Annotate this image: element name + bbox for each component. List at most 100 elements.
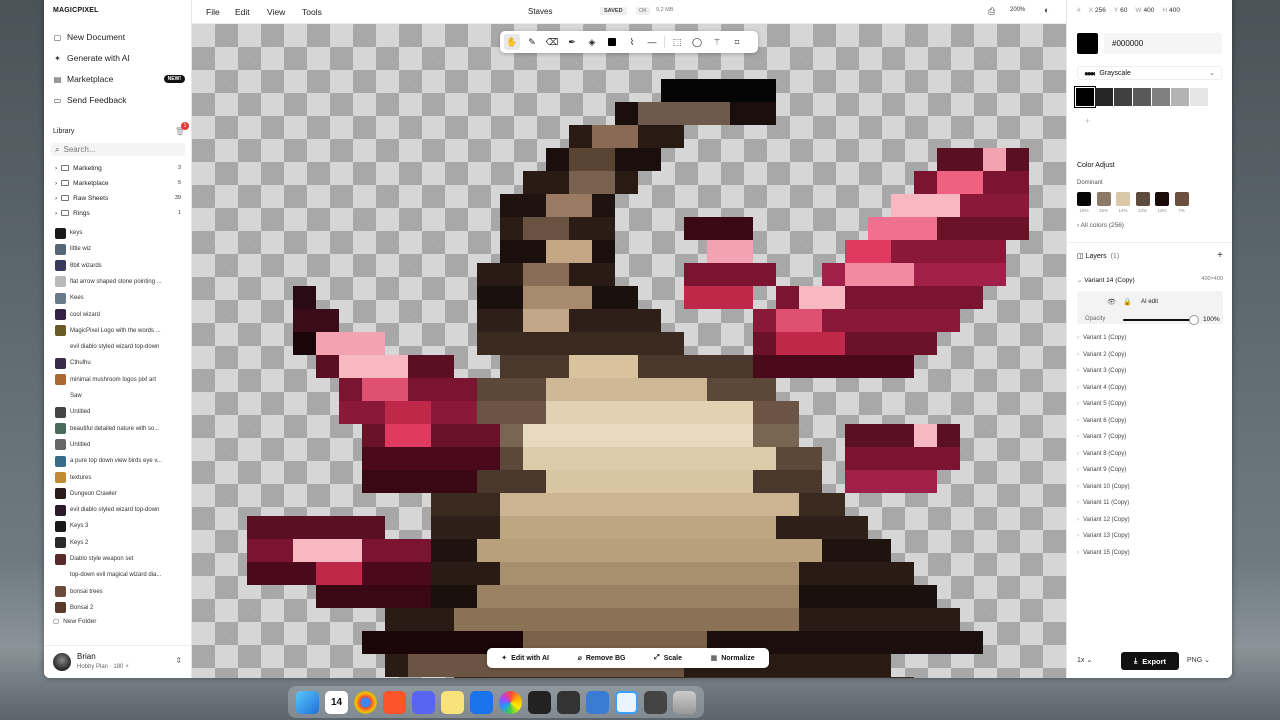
library-search[interactable]: ⌕ Search... [51,143,185,156]
library-item[interactable]: top-down evil magical wizard dia... [55,568,181,582]
library-item[interactable]: 8bit wizards [55,259,181,273]
line-icon[interactable]: — [644,34,660,50]
color-hex-input[interactable]: #000000 [1104,33,1222,54]
printer-icon[interactable]: ⎙ [988,6,995,17]
moon-icon[interactable]: ◐ [1044,5,1049,15]
dominant-swatch[interactable] [1096,192,1111,206]
current-color-swatch[interactable] [1077,33,1098,54]
library-item[interactable]: Kees [55,291,181,305]
palette-swatch[interactable] [1074,86,1096,108]
dominant-swatch[interactable] [1077,192,1091,206]
screen-capture-icon[interactable] [644,690,667,714]
pixel-art-canvas[interactable] [192,24,1066,678]
dominant-swatch[interactable] [1174,192,1189,206]
layer-variant[interactable]: › Variant 7 (Copy) [1077,434,1126,440]
maps-icon[interactable] [470,690,493,714]
edit-with-ai-button[interactable]: ✦ Edit with AI [501,654,549,663]
library-item[interactable]: evil diablo styled wizard top-down [55,503,181,517]
add-color-icon[interactable]: + [1085,116,1090,126]
normalize-button[interactable]: ▦ Normalize [711,654,755,663]
library-item[interactable]: a pure top down view birds eye v... [55,454,181,468]
pen-icon[interactable]: ✒ [564,34,580,50]
palette-swatch[interactable] [1095,88,1113,106]
library-item[interactable]: Untitled [55,405,181,419]
palette-swatch[interactable] [1190,88,1208,106]
library-item[interactable]: little wiz [55,242,181,256]
safari-icon[interactable] [615,690,638,714]
finder-icon[interactable] [296,690,319,714]
zoom-level[interactable]: 200% [1010,7,1025,13]
layer-active[interactable]: ⌄ Variant 14 (Copy) 400×400 [1077,276,1223,284]
layer-variant[interactable]: › Variant 13 (Copy) [1077,533,1130,539]
select-rect-icon[interactable]: ⬚ [669,34,685,50]
export-format-select[interactable]: PNG ⌄ [1187,656,1210,664]
lasso-icon[interactable]: ◯ [689,34,705,50]
layer-variant[interactable]: › Variant 2 (Copy) [1077,352,1126,358]
layer-variant[interactable]: › Variant 4 (Copy) [1077,385,1126,391]
dominant-swatch[interactable] [1116,192,1130,206]
palette-swatch[interactable] [1152,88,1170,106]
library-item[interactable]: Diablo style weapon set [55,552,181,566]
eraser-icon[interactable]: ⌫ [544,34,560,50]
photos-icon[interactable] [499,690,522,714]
nav-new-document[interactable]: ▢ New Document [53,30,185,44]
menu-view[interactable]: View [267,7,285,17]
video-editor-icon[interactable] [557,690,580,714]
opacity-slider-handle[interactable] [1189,315,1199,325]
canvas-area[interactable]: ✋ ✎ ⌫ ✒ ◈ ⌇ — ⬚ ◯ ⚚ ⌗ ✦ Edit with AI ⌀ Rem… [192,24,1066,678]
library-item[interactable]: beautiful detailed nature with so... [55,422,181,436]
w-value[interactable]: 400 [1144,7,1155,14]
palette-swatch[interactable] [1171,88,1189,106]
cursor-app-icon[interactable] [528,690,551,714]
nav-generate-ai[interactable]: ✦ Generate with AI [53,51,185,65]
menu-tools[interactable]: Tools [302,7,322,17]
eyedropper-icon[interactable]: ⌇ [624,34,640,50]
color-square-icon[interactable] [604,34,620,50]
calendar-icon[interactable]: 14 [325,690,348,714]
nav-send-feedback[interactable]: ▭ Send Feedback [53,93,185,107]
export-scale-select[interactable]: 1x ⌄ [1077,656,1103,670]
all-colors-toggle[interactable]: › All colors (256) [1077,222,1124,229]
library-item[interactable]: minimal mushroom logos pixl art [55,373,181,387]
hand-icon[interactable]: ✋ [504,34,520,50]
eye-icon[interactable]: 👁 [1107,298,1116,306]
y-value[interactable]: 60 [1120,7,1127,14]
dominant-swatch[interactable] [1135,192,1150,206]
layer-variant[interactable]: › Variant 11 (Copy) [1077,500,1129,506]
layer-variant[interactable]: › Variant 12 (Copy) [1077,517,1130,523]
folder-rings[interactable]: › Rings 1 [55,207,181,219]
library-item[interactable]: Cthulhu [55,356,181,370]
library-item[interactable]: Saw [55,389,181,403]
x-value[interactable]: 256 [1095,7,1106,14]
chrome-icon[interactable] [354,690,377,714]
opacity-slider[interactable] [1123,319,1195,321]
magic-wand-icon[interactable]: ⚚ [709,34,725,50]
new-folder-button[interactable]: ▢ New Folder [53,617,96,626]
lock-icon[interactable]: 🔒 [1123,298,1132,306]
user-profile[interactable]: Brian Hobby Plan · 180 ⚡ ⇕ [44,645,192,678]
library-item[interactable]: flat arrow shaped stone pointing ... [55,275,181,289]
library-item[interactable]: MagicPixel Logo with the words ... [55,324,181,338]
notes-icon[interactable] [441,690,464,714]
library-item[interactable]: bonsai trees [55,585,181,599]
nav-marketplace[interactable]: ▤ Marketplace NEW! [53,72,185,86]
discord-icon[interactable] [412,690,435,714]
layer-variant[interactable]: › Variant 6 (Copy) [1077,418,1126,424]
folder-marketing[interactable]: › Marketing 3 [55,162,181,174]
layer-variant[interactable]: › Variant 15 (Copy) [1077,550,1130,556]
app-store-icon[interactable] [586,690,609,714]
folder-raw-sheets[interactable]: › Raw Sheets 39 [55,192,181,204]
export-button[interactable]: ⤓ Export [1121,652,1179,670]
palette-swatch[interactable] [1133,88,1151,106]
palette-selector[interactable]: ●●●◐ Grayscale ⌄ [1077,66,1222,80]
layer-variant[interactable]: › Variant 1 (Copy) [1077,335,1126,341]
library-item[interactable]: textures [55,471,181,485]
add-layer-icon[interactable]: + [1217,250,1223,261]
palette-swatch[interactable] [1114,88,1132,106]
library-item[interactable]: Keys 2 [55,536,181,550]
fill-icon[interactable]: ◈ [584,34,600,50]
remove-bg-button[interactable]: ⌀ Remove BG [578,654,626,663]
menu-edit[interactable]: Edit [235,7,250,17]
library-item[interactable]: Untitled [55,438,181,452]
library-item[interactable]: Bonsai 2 [55,601,181,615]
